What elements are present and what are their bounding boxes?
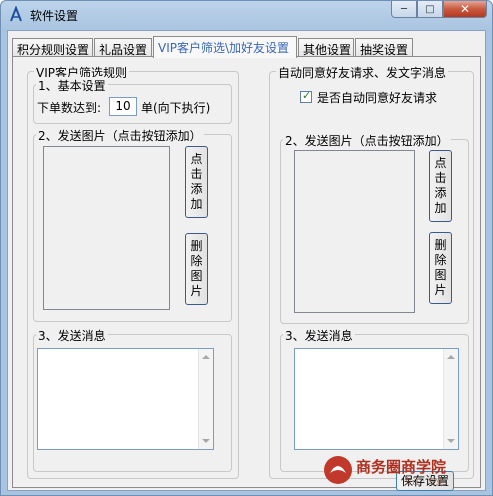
send-message-title: 3、发送消息 [36, 327, 108, 344]
auto-accept-title: 自动同意好友请求、发文字消息 [276, 64, 449, 81]
watermark-tagline: 专注 · 专业 [404, 476, 444, 486]
close-button[interactable]: ✕ [443, 1, 487, 18]
right-send-images-title: 2、发送图片（点击按钮添加） [283, 132, 451, 149]
right-delete-image-button[interactable]: 删除图片 [429, 232, 452, 304]
tab-points-rules[interactable]: 积分规则设置 [12, 38, 93, 57]
add-image-button[interactable]: 点击添加 [185, 146, 208, 218]
tab-other[interactable]: 其他设置 [298, 38, 354, 57]
right-message-textarea[interactable] [294, 348, 459, 450]
title-bar[interactable]: 软件设置 ─ □ ✕ [1, 1, 492, 29]
right-send-message-title: 3、发送消息 [283, 327, 355, 344]
checkmark-icon: ✓ [302, 89, 312, 102]
tab-page-vip-filter: VIP客户筛选规则 1、基本设置 下单数达到: 10 单(向下执行) 2、发送图… [12, 56, 481, 491]
auto-accept-checkbox[interactable]: ✓ [300, 89, 312, 103]
basic-settings-group: 1、基本设置 下单数达到: 10 单(向下执行) [33, 77, 232, 124]
right-send-message-group: 3、发送消息 [280, 327, 469, 472]
order-count-label: 下单数达到: [37, 101, 102, 115]
scroll-up-arrow-icon[interactable] [202, 355, 210, 359]
brand-watermark: 商务圈商学院 专注 · 专业 [324, 456, 446, 486]
send-images-title: 2、发送图片（点击按钮添加） [36, 127, 204, 144]
app-logo-icon [10, 6, 22, 22]
scroll-down-arrow-icon[interactable] [202, 439, 210, 443]
right-scroll-down-arrow-icon[interactable] [447, 439, 455, 443]
client-area: 积分规则设置 礼品设置 VIP客户筛选\加好友设置 其他设置 抽奖设置 VIP客… [7, 30, 486, 491]
tab-lottery[interactable]: 抽奖设置 [355, 38, 413, 57]
delete-image-button[interactable]: 删除图片 [185, 233, 208, 305]
auto-accept-group: 自动同意好友请求、发文字消息 ✓ 是否自动同意好友请求 2、发送图片（点击按钮添… [269, 64, 474, 491]
right-add-image-button[interactable]: 点击添加 [429, 150, 452, 222]
auto-accept-label: 是否自动同意好友请求 [317, 91, 438, 105]
send-images-group: 2、发送图片（点击按钮添加） 点击添加 删除图片 [33, 127, 232, 322]
minimize-button[interactable]: ─ [391, 1, 417, 18]
basic-settings-title: 1、基本设置 [36, 77, 108, 94]
right-message-scrollbar[interactable] [443, 349, 458, 449]
order-count-suffix: 单(向下执行) [141, 101, 211, 115]
settings-window: 软件设置 ─ □ ✕ 积分规则设置 礼品设置 VIP客户筛选\加好友设置 其他设… [0, 0, 493, 496]
window-title: 软件设置 [30, 9, 79, 23]
right-scroll-up-arrow-icon[interactable] [447, 355, 455, 359]
send-message-group: 3、发送消息 [33, 327, 232, 472]
right-image-list[interactable] [294, 150, 415, 313]
vip-rules-group: VIP客户筛选规则 1、基本设置 下单数达到: 10 单(向下执行) 2、发送图… [27, 64, 239, 479]
image-list[interactable] [43, 146, 170, 310]
message-textarea[interactable] [37, 348, 214, 450]
watermark-brand: 商务圈商学院 [356, 458, 446, 476]
message-scrollbar[interactable] [198, 349, 213, 449]
order-count-input[interactable]: 10 [109, 97, 137, 116]
maximize-button[interactable]: □ [417, 1, 443, 18]
right-send-images-group: 2、发送图片（点击按钮添加） 点击添加 删除图片 [280, 132, 469, 324]
tab-gifts[interactable]: 礼品设置 [94, 38, 152, 57]
tab-vip-filter[interactable]: VIP客户筛选\加好友设置 [153, 36, 297, 58]
